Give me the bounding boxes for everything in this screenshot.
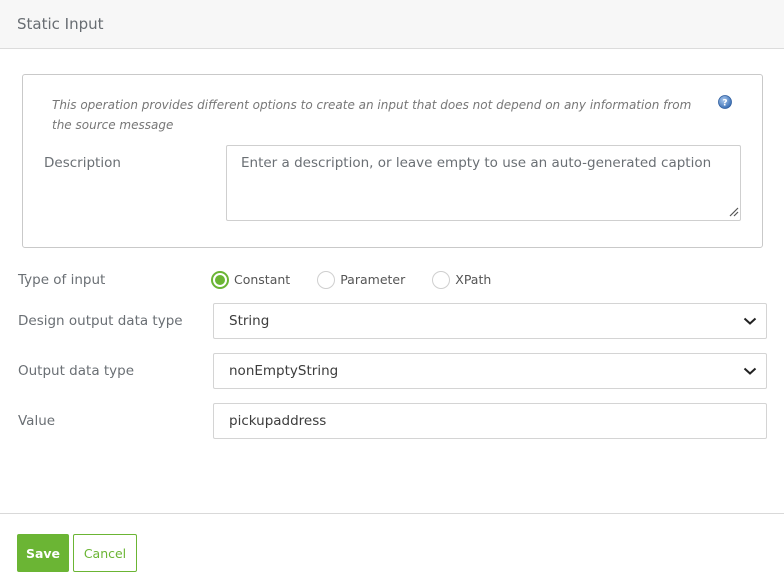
output-data-type-label: Output data type xyxy=(18,363,135,379)
svg-text:?: ? xyxy=(722,98,727,108)
radio-unchecked-icon xyxy=(317,270,336,289)
chevron-down-icon xyxy=(743,367,757,375)
radio-checked-icon xyxy=(211,270,229,289)
radio-label: Constant xyxy=(234,272,291,287)
input-value: pickupaddress xyxy=(229,413,327,429)
value-input[interactable]: pickupaddress xyxy=(213,403,767,439)
help-question-icon[interactable]: ? xyxy=(718,95,732,109)
description-textarea[interactable] xyxy=(226,145,741,221)
design-output-data-type-select[interactable]: String xyxy=(213,303,767,339)
select-value: String xyxy=(229,313,270,329)
design-output-data-type-label: Design output data type xyxy=(18,313,183,329)
select-value: nonEmptyString xyxy=(229,363,339,379)
resize-grip-icon[interactable] xyxy=(728,206,739,217)
radio-label: Parameter xyxy=(340,272,406,287)
radio-unchecked-icon xyxy=(432,270,451,289)
type-of-input-radio-group: Constant Parameter XPath xyxy=(211,270,518,289)
footer-divider xyxy=(0,513,784,514)
save-button[interactable]: Save xyxy=(17,534,69,572)
info-text: This operation provides different option… xyxy=(52,98,692,132)
value-label: Value xyxy=(18,413,56,429)
description-label: Description xyxy=(44,155,121,171)
radio-label: XPath xyxy=(455,272,492,287)
radio-parameter[interactable]: Parameter xyxy=(317,270,406,289)
dialog-title: Static Input xyxy=(17,15,104,33)
type-of-input-label: Type of input xyxy=(18,272,106,288)
radio-constant[interactable]: Constant xyxy=(211,270,291,289)
output-data-type-select[interactable]: nonEmptyString xyxy=(213,353,767,389)
radio-xpath[interactable]: XPath xyxy=(432,270,492,289)
cancel-button[interactable]: Cancel xyxy=(73,534,137,572)
chevron-down-icon xyxy=(743,317,757,325)
info-panel: This operation provides different option… xyxy=(22,74,763,248)
dialog-header: Static Input xyxy=(0,0,784,49)
